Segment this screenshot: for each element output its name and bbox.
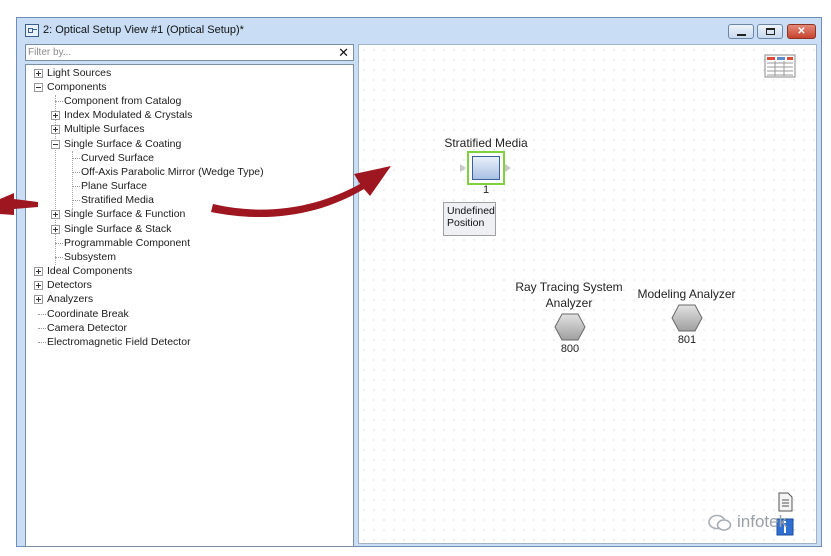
expand-icon[interactable] — [34, 69, 43, 78]
stratified-media-component[interactable] — [467, 151, 505, 185]
expand-icon[interactable] — [51, 225, 60, 234]
analyzer-name-line2: Analyzer — [545, 296, 593, 310]
component-catalog-panel: ✕ Light Sources Components Component fro… — [25, 44, 355, 547]
watermark-text: infotek — [737, 512, 788, 531]
minimize-button[interactable] — [728, 24, 754, 39]
analyzer-name-line1: Ray Tracing System — [515, 280, 623, 294]
close-icon: ✕ — [797, 26, 806, 37]
expand-icon[interactable] — [51, 111, 60, 120]
filter-input[interactable] — [28, 46, 328, 59]
component-body — [472, 156, 500, 180]
analyzer-index: 801 — [677, 334, 697, 346]
status-line-1: Undefined — [447, 205, 495, 217]
maximize-icon — [766, 28, 775, 35]
close-button[interactable]: ✕ — [787, 24, 816, 39]
expand-icon[interactable] — [34, 295, 43, 304]
analyzer-name-line1: Modeling Analyzer — [637, 287, 736, 301]
component-index: 1 — [482, 184, 490, 196]
filter-box: ✕ — [25, 44, 354, 61]
input-port[interactable] — [460, 164, 466, 172]
ray-tracing-analyzer-node[interactable] — [554, 313, 586, 341]
modeling-analyzer-node[interactable] — [671, 304, 703, 332]
application-icon — [25, 24, 39, 37]
table-view-icon[interactable] — [764, 54, 796, 78]
minimize-icon — [737, 34, 746, 36]
expand-icon[interactable] — [34, 281, 43, 290]
document-icon[interactable] — [776, 492, 794, 512]
expand-icon[interactable] — [34, 267, 43, 276]
optical-setup-canvas[interactable]: Stratified Media 1 Undefined Position Ra… — [358, 44, 817, 544]
component-name-label: Stratified Media — [444, 136, 528, 150]
collapse-icon[interactable] — [34, 83, 43, 92]
title-bar[interactable]: 2: Optical Setup View #1 (Optical Setup)… — [17, 18, 821, 44]
undefined-position-badge[interactable]: Undefined Position — [443, 202, 496, 236]
clear-filter-icon[interactable]: ✕ — [338, 45, 349, 60]
tree-guide-components — [55, 95, 56, 265]
output-port[interactable] — [505, 164, 511, 172]
wechat-icon — [708, 514, 732, 531]
optical-setup-window: 2: Optical Setup View #1 (Optical Setup)… — [16, 17, 822, 547]
expand-icon[interactable] — [51, 125, 60, 134]
analyzer-index: 800 — [560, 343, 580, 355]
collapse-icon[interactable] — [51, 140, 60, 149]
window-title: 2: Optical Setup View #1 (Optical Setup)… — [43, 24, 244, 36]
maximize-button[interactable] — [757, 24, 783, 39]
component-tree: Light Sources Components Component from … — [25, 64, 354, 547]
status-line-2: Position — [447, 217, 485, 229]
expand-icon[interactable] — [51, 210, 60, 219]
